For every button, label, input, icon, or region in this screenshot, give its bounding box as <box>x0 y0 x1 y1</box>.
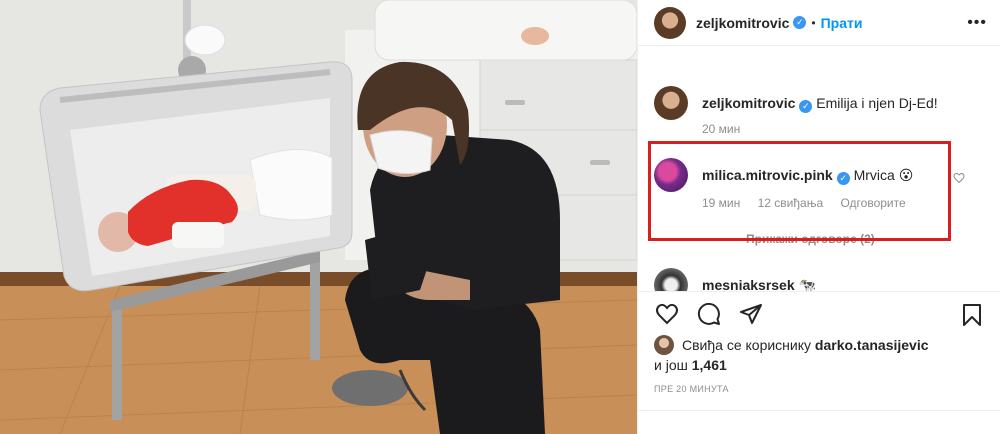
post-header: zeljkomitrovic ✓ • Прати ••• <box>638 0 1000 46</box>
more-options-icon[interactable]: ••• <box>967 14 987 32</box>
post-sidebar: zeljkomitrovic ✓ • Прати ••• zeljkomitro… <box>637 0 1000 434</box>
post-timestamp[interactable]: ПРЕ 20 МИНУТА <box>654 384 729 394</box>
liker-avatar[interactable] <box>654 335 674 355</box>
caption-username[interactable]: zeljkomitrovic <box>702 95 795 111</box>
post-photo[interactable] <box>0 0 637 434</box>
caption-meta: 20 мин <box>702 122 754 136</box>
likes-and-more: и још <box>654 357 688 373</box>
caption-avatar[interactable] <box>654 86 688 120</box>
likes-prefix: Свиђа се кориснику <box>682 337 812 353</box>
action-bar <box>638 291 1000 341</box>
verified-badge-icon: ✓ <box>799 100 813 113</box>
photo-scene <box>0 0 637 434</box>
author-avatar[interactable] <box>654 6 686 39</box>
comment-like-icon[interactable] <box>953 172 965 184</box>
caption-time[interactable]: 20 мин <box>702 122 740 136</box>
instagram-post: zeljkomitrovic ✓ • Прати ••• zeljkomitro… <box>0 0 1000 434</box>
heart-outline-icon[interactable] <box>654 302 680 326</box>
verified-badge-icon: ✓ <box>793 16 807 29</box>
caption-comment: zeljkomitrovic ✓ Emilija i njen Dj-Ed! <box>654 86 994 120</box>
follow-button[interactable]: Прати <box>821 15 863 31</box>
commenter-username[interactable]: mesniaksrsek <box>702 277 795 291</box>
bookmark-icon[interactable] <box>960 302 984 328</box>
paper-plane-icon[interactable] <box>738 302 764 326</box>
comments-list[interactable]: zeljkomitrovic ✓ Emilija i njen Dj-Ed! 20… <box>638 46 1000 291</box>
likes-count[interactable]: 1,461 <box>692 357 727 373</box>
highlight-box <box>648 141 951 241</box>
likes-summary: Свиђа се кориснику darko.tanasijevic и ј… <box>654 335 929 375</box>
commenter-avatar[interactable] <box>654 268 688 291</box>
comment-bubble-icon[interactable] <box>696 302 722 326</box>
add-comment-area[interactable] <box>638 410 1000 434</box>
comment-item: mesniaksrsek 🐄 <box>654 268 994 291</box>
liker-username[interactable]: darko.tanasijevic <box>815 335 929 355</box>
caption-text: Emilija i njen Dj-Ed! <box>816 95 938 111</box>
author-username[interactable]: zeljkomitrovic <box>696 15 789 31</box>
comment-emoji: 🐄 <box>798 277 816 291</box>
header-separator: • <box>811 15 816 30</box>
